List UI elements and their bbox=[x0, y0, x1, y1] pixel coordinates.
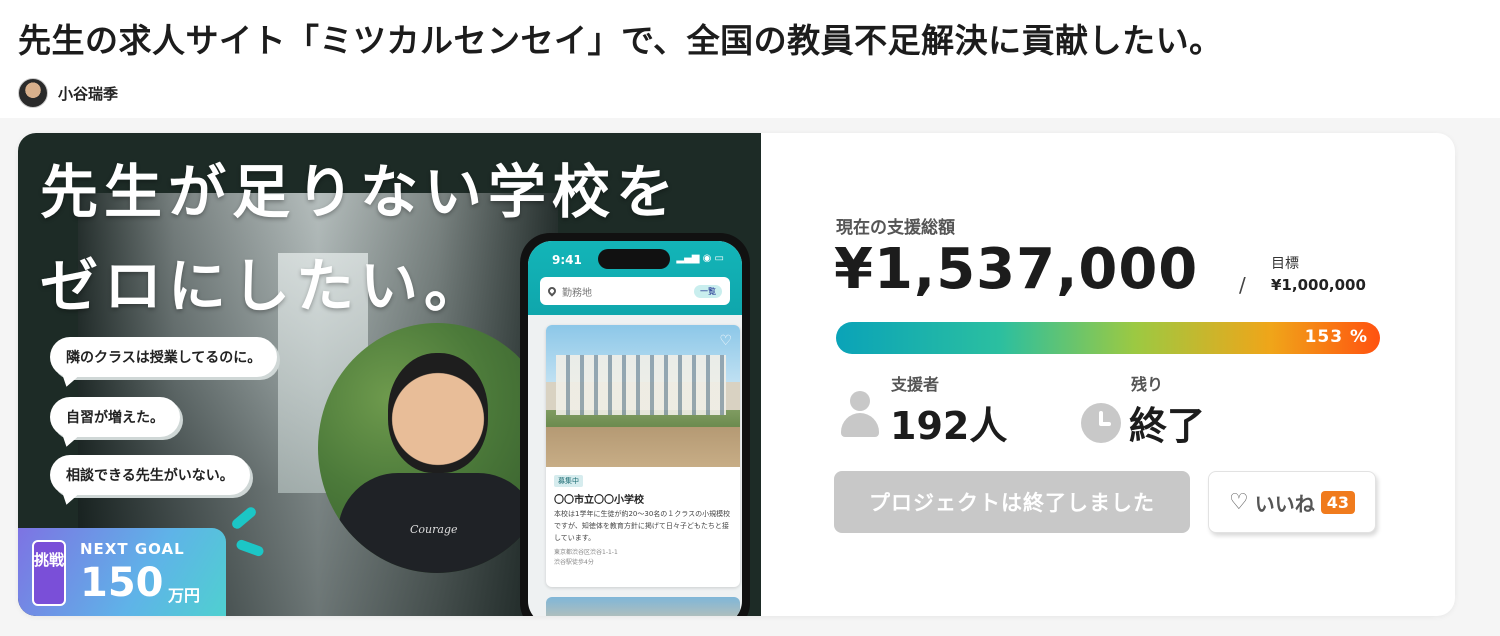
speech-bubble: 相談できる先生がいない。 bbox=[50, 455, 250, 495]
supporters-value: 192人 bbox=[890, 404, 1008, 448]
hero-headline-line1: 先生が足りない学校を bbox=[40, 158, 681, 226]
job-status-tag: 募集中 bbox=[554, 475, 583, 487]
remaining-value: 終了 bbox=[1129, 404, 1206, 448]
speech-bubble: 自習が増えた。 bbox=[50, 397, 180, 437]
job-meta: 東京都渋谷区渋谷1-1-1 渋谷駅徒歩4分 bbox=[554, 548, 732, 568]
phone-search-text: 勤務地 bbox=[562, 287, 592, 299]
heart-icon: ♡ bbox=[1229, 489, 1249, 515]
job-school-name: 〇〇市立〇〇小学校 bbox=[554, 495, 644, 506]
project-card: 先生が足りない学校を ゼロにしたい。 隣のクラスは授業してるのに。 自習が増えた… bbox=[18, 133, 1455, 616]
goal-label: 目標 bbox=[1271, 256, 1299, 272]
signal-icon: ▂▄▆ ◉ ▭ bbox=[676, 253, 724, 264]
next-goal-badge: 挑戦 NEXT GOAL 150 万円 bbox=[18, 528, 226, 616]
supporters-label: 支援者 bbox=[891, 375, 940, 394]
like-label: いいね bbox=[1254, 491, 1315, 516]
person-icon bbox=[841, 391, 879, 439]
like-button[interactable]: ♡ いいね 43 bbox=[1208, 471, 1376, 533]
avatar bbox=[18, 78, 48, 108]
progress-bar: 153 % bbox=[836, 322, 1380, 354]
page-header: 先生の求人サイト「ミツカルセンセイ」で、全国の教員不足解決に貢献したい。 小谷瑞… bbox=[0, 0, 1500, 118]
phone-job-card-next bbox=[546, 597, 740, 616]
phone-mockup: 9:41 ▂▄▆ ◉ ▭ 勤務地 一覧 ♡ 募集中 〇〇市立〇〇小学校 本校は1… bbox=[520, 233, 750, 616]
speech-bubble: 隣のクラスは授業してるのに。 bbox=[50, 337, 278, 377]
heart-icon: ♡ bbox=[719, 333, 732, 349]
challenge-label: 挑戦 bbox=[32, 540, 66, 606]
phone-search-chip: 一覧 bbox=[694, 284, 722, 298]
next-goal-unit: 万円 bbox=[168, 586, 201, 605]
author-name: 小谷瑞季 bbox=[58, 84, 119, 103]
next-goal-label: NEXT GOAL bbox=[80, 540, 185, 558]
map-pin-icon bbox=[546, 285, 558, 297]
total-support-amount: ¥1,537,000 bbox=[834, 237, 1199, 302]
phone-search-bar: 勤務地 一覧 bbox=[540, 277, 730, 305]
progress-fill bbox=[836, 322, 1380, 354]
phone-job-card: ♡ 募集中 〇〇市立〇〇小学校 本校は1学年に生徒が約20〜30名の１クラスの小… bbox=[546, 325, 740, 587]
project-stats: 現在の支援総額 ¥1,537,000 / 目標 ¥1,000,000 153 %… bbox=[761, 133, 1455, 616]
author-link[interactable]: 小谷瑞季 bbox=[18, 77, 118, 109]
goal-amount: ¥1,000,000 bbox=[1271, 276, 1366, 294]
page-title: 先生の求人サイト「ミツカルセンセイ」で、全国の教員不足解決に貢献したい。 bbox=[18, 21, 1223, 60]
job-address: 東京都渋谷区渋谷1-1-1 bbox=[554, 549, 618, 556]
person-head bbox=[388, 353, 488, 473]
like-count-badge: 43 bbox=[1320, 490, 1355, 514]
job-description: 本校は1学年に生徒が約20〜30名の１クラスの小規模校ですが、知徳体を教育方針に… bbox=[554, 510, 731, 542]
shirt-text: Courage bbox=[410, 523, 458, 536]
phone-screen: 9:41 ▂▄▆ ◉ ▭ 勤務地 一覧 ♡ 募集中 〇〇市立〇〇小学校 本校は1… bbox=[528, 241, 742, 616]
next-goal-amount: 150 bbox=[80, 560, 164, 606]
amount-separator: / bbox=[1239, 273, 1246, 297]
total-support-label: 現在の支援総額 bbox=[836, 218, 955, 238]
progress-percent: 153 % bbox=[1304, 327, 1368, 347]
job-access: 渋谷駅徒歩4分 bbox=[554, 559, 594, 566]
phone-notch bbox=[598, 249, 670, 269]
phone-time: 9:41 bbox=[552, 253, 582, 267]
remaining-label: 残り bbox=[1131, 375, 1164, 394]
project-hero-image: 先生が足りない学校を ゼロにしたい。 隣のクラスは授業してるのに。 自習が増えた… bbox=[18, 133, 761, 616]
clock-icon bbox=[1081, 403, 1121, 443]
school-photo: ♡ bbox=[546, 325, 740, 467]
phone-header: 9:41 ▂▄▆ ◉ ▭ 勤務地 一覧 bbox=[528, 241, 742, 315]
project-ended-button: プロジェクトは終了しました bbox=[834, 471, 1190, 533]
